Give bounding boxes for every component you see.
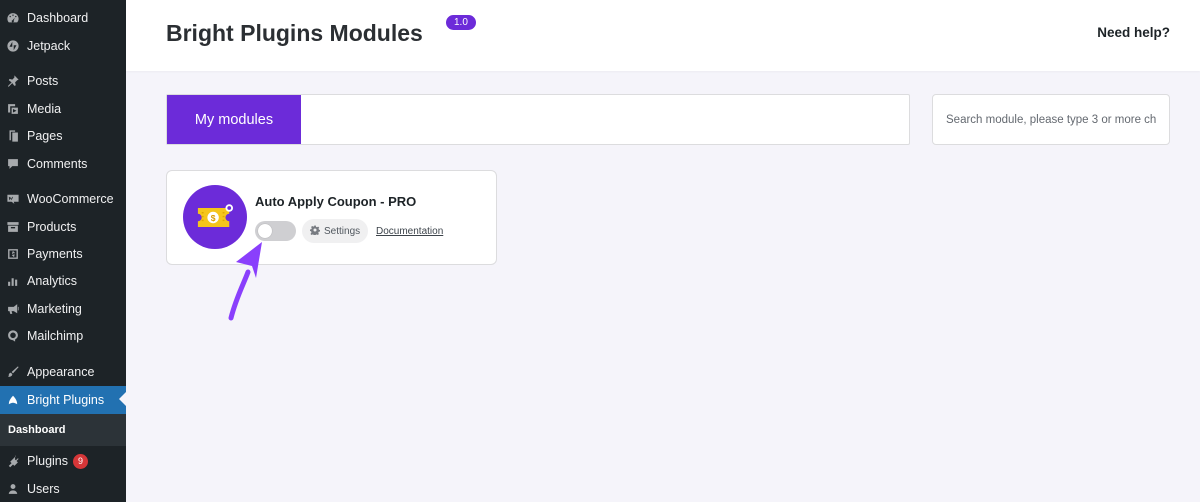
sidebar-item-label: Appearance <box>27 365 95 379</box>
pages-icon <box>5 128 21 144</box>
sidebar-item-label: Media <box>27 102 62 116</box>
version-badge: 1.0 <box>446 15 476 30</box>
module-tabs: My modules <box>166 94 910 145</box>
page-title: Bright Plugins Modules <box>166 20 423 46</box>
submenu-item-dashboard[interactable]: Dashboard <box>0 414 126 446</box>
sidebar-item-label: Comments <box>27 157 88 171</box>
submenu-item-label: Dashboard <box>8 424 66 436</box>
module-search <box>932 94 1170 145</box>
sidebar-item-marketing[interactable]: Marketing <box>0 296 126 322</box>
sidebar-item-comments[interactable]: Comments <box>0 151 126 177</box>
page-header: Bright Plugins Modules 1.0 Need help? <box>126 0 1200 71</box>
sidebar-item-label: Dashboard <box>27 11 89 25</box>
archive-icon <box>5 219 21 235</box>
comment-icon <box>5 156 21 172</box>
toggle-knob <box>258 224 272 238</box>
sidebar-item-appearance[interactable]: Appearance <box>0 359 126 385</box>
search-input[interactable] <box>933 95 1169 144</box>
sidebar-item-analytics[interactable]: Analytics <box>0 268 126 294</box>
need-help-link[interactable]: Need help? <box>1097 25 1170 40</box>
sidebar-item-label: Bright Plugins <box>27 393 105 407</box>
mailchimp-icon <box>5 328 21 344</box>
user-icon <box>5 481 21 497</box>
bar-chart-icon <box>5 273 21 289</box>
woocommerce-icon <box>5 191 21 207</box>
plugin-updates-badge: 9 <box>73 453 88 469</box>
module-settings-button[interactable]: Settings <box>302 219 369 243</box>
sidebar-item-jetpack[interactable]: Jetpack <box>0 33 126 59</box>
module-card: $ Auto Apply Coupon - PRO Settings Docum… <box>166 170 497 265</box>
sidebar-item-label: Users <box>27 482 60 496</box>
sidebar-item-plugins[interactable]: Plugins 9 <box>0 448 126 474</box>
plug-icon <box>5 453 21 469</box>
megaphone-icon <box>5 301 21 317</box>
svg-text:$: $ <box>211 212 216 222</box>
gear-icon <box>310 225 320 238</box>
pin-icon <box>5 73 21 89</box>
sidebar-item-label: Payments <box>27 247 83 261</box>
documentation-link[interactable]: Documentation <box>376 226 443 237</box>
sidebar-item-products[interactable]: Products <box>0 214 126 240</box>
sidebar-item-posts[interactable]: Posts <box>0 68 126 94</box>
sidebar-item-pages[interactable]: Pages <box>0 123 126 149</box>
sidebar-item-label: Pages <box>27 129 63 143</box>
sidebar-item-payments[interactable]: Payments <box>0 241 126 267</box>
sidebar-item-label: WooCommerce <box>27 192 114 206</box>
sidebar-item-mailchimp[interactable]: Mailchimp <box>0 323 126 349</box>
sidebar-item-label: Analytics <box>27 274 78 288</box>
sidebar-item-woocommerce[interactable]: WooCommerce <box>0 186 126 212</box>
sidebar-item-label: Posts <box>27 74 59 88</box>
sidebar-item-dashboard[interactable]: Dashboard <box>0 5 126 31</box>
sidebar-item-media[interactable]: Media <box>0 96 126 122</box>
module-enable-toggle[interactable] <box>255 221 296 241</box>
dollar-icon <box>5 246 21 262</box>
media-icon <box>5 101 21 117</box>
sidebar-item-label: Mailchimp <box>27 329 84 343</box>
sidebar-item-label: Products <box>27 220 77 234</box>
sidebar-item-label: Plugins <box>27 454 68 468</box>
jetpack-icon <box>5 38 21 54</box>
coupon-icon: $ <box>183 185 247 249</box>
module-title: Auto Apply Coupon - PRO <box>255 194 417 209</box>
admin-sidebar: Dashboard Jetpack Posts Media Pages Comm… <box>0 0 126 502</box>
sidebar-item-bright-plugins[interactable]: Bright Plugins <box>0 386 126 414</box>
dashboard-icon <box>5 10 21 26</box>
bright-plugins-icon <box>5 392 21 408</box>
settings-label: Settings <box>324 225 361 237</box>
sidebar-item-label: Jetpack <box>27 39 71 53</box>
tab-my-modules[interactable]: My modules <box>167 95 301 144</box>
sidebar-item-users[interactable]: Users <box>0 476 126 502</box>
brush-icon <box>5 364 21 380</box>
sidebar-item-label: Marketing <box>27 302 82 316</box>
